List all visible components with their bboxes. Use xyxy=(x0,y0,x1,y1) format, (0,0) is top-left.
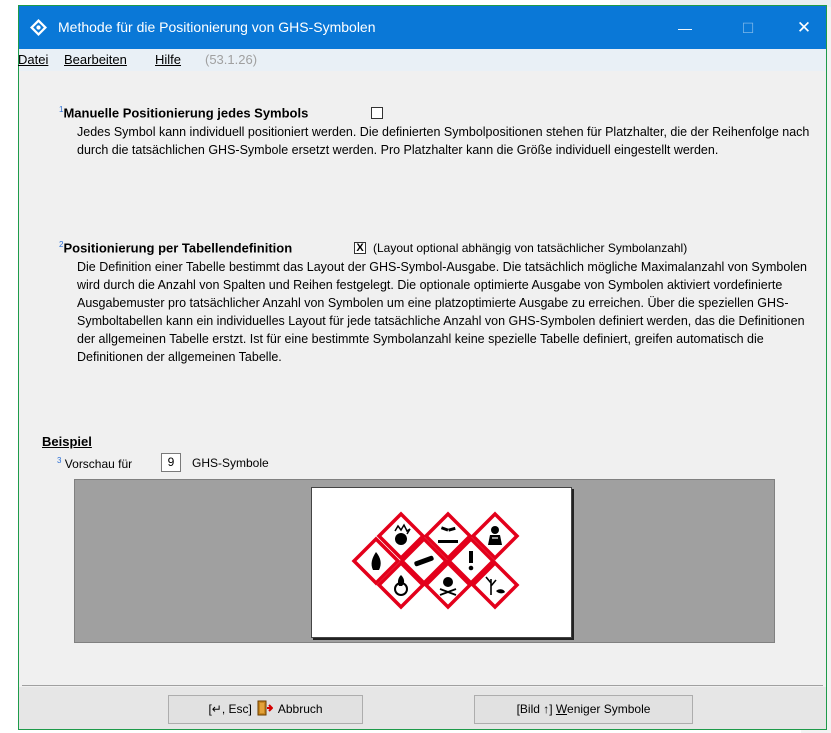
cancel-label: Abbruch xyxy=(277,702,323,716)
dialog-window: Methode für die Positionierung von GHS-S… xyxy=(18,5,827,730)
section2-note: (Layout optional abhängig von tatsächlic… xyxy=(373,241,688,255)
section1-title: Manuelle Positionierung jedes Symbols xyxy=(63,105,309,121)
window-title: Methode für die Positionierung von GHS-S… xyxy=(58,19,376,35)
menu-bar: Datei Bearbeiten Hilfe (53.1.26) xyxy=(18,49,826,71)
section1-heading: 1Manuelle Positionierung jedes Symbols xyxy=(59,105,308,120)
version-label: (53.1.26) xyxy=(205,52,258,67)
menu-bearbeiten[interactable]: Bearbeiten xyxy=(64,52,127,67)
maximize-button[interactable]: ☐ xyxy=(736,16,760,40)
section2-description: Die Definition einer Tabelle bestimmt da… xyxy=(77,260,807,364)
ghs-symbols-preview xyxy=(352,512,519,609)
preview-label: 3 Vorschau für xyxy=(57,456,132,471)
preview-area xyxy=(74,479,775,643)
symbols-unit-label: GHS-Symbole xyxy=(192,456,269,470)
section1-description: Jedes Symbol kann individuell positionie… xyxy=(77,125,810,157)
section2-heading: 2Positionierung per Tabellendefinition xyxy=(59,240,292,255)
section2-title: Positionierung per Tabellendefinition xyxy=(63,240,293,256)
fewer-label-accel: W xyxy=(555,702,568,716)
title-bar[interactable]: Methode für die Positionierung von GHS-S… xyxy=(19,6,826,49)
cancel-shortcut: [↵, Esc] xyxy=(208,702,252,716)
exit-door-icon xyxy=(257,700,274,716)
example-heading: Beispiel xyxy=(42,434,92,449)
button-bar: [↵, Esc] Abbruch [Bild ↑] Weniger Symbol… xyxy=(19,687,826,729)
manual-position-checkbox[interactable] xyxy=(371,107,383,119)
symbol-count-field[interactable]: 9 xyxy=(161,453,181,472)
cancel-button[interactable]: [↵, Esc] Abbruch xyxy=(168,695,363,724)
menu-datei[interactable]: Datei xyxy=(18,52,48,67)
app-icon xyxy=(30,19,47,36)
fewer-symbols-button[interactable]: [Bild ↑] Weniger Symbole xyxy=(474,695,693,724)
fewer-shortcut: [Bild ↑] xyxy=(516,702,553,716)
preview-page xyxy=(311,487,572,638)
preview-label-text: Vorschau für xyxy=(64,457,133,471)
menu-hilfe[interactable]: Hilfe xyxy=(155,52,181,67)
close-button[interactable]: ✕ xyxy=(792,16,816,40)
dialog-content: 1Manuelle Positionierung jedes Symbols J… xyxy=(19,71,826,685)
minimize-button[interactable]: — xyxy=(673,16,697,40)
example-index: 3 xyxy=(57,456,62,465)
fewer-label: eniger Symbole xyxy=(567,702,651,716)
table-definition-checkbox[interactable]: X xyxy=(354,242,366,254)
